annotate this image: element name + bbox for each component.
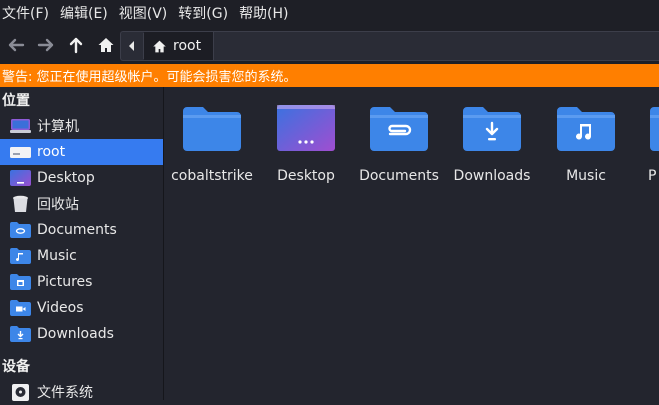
sidebar: 位置 计算机 root Desktop 回收站 Documents Music …	[0, 87, 164, 401]
sidebar-item-label: Documents	[37, 222, 117, 238]
downloads-folder-icon	[463, 107, 521, 151]
arrow-up-icon	[69, 37, 83, 54]
computer-icon	[10, 117, 31, 135]
path-crumb-root[interactable]: root	[144, 32, 215, 60]
file-item-pictures[interactable]: P	[632, 101, 659, 184]
file-label: Documents	[359, 168, 439, 184]
desktop-folder-icon	[277, 105, 335, 151]
trash-icon	[10, 195, 31, 213]
file-label: cobaltstrike	[171, 168, 253, 184]
videos-folder-icon	[10, 299, 31, 317]
documents-folder-icon	[370, 107, 428, 151]
path-crumb-label: root	[173, 38, 202, 54]
sidebar-item-desktop[interactable]: Desktop	[0, 165, 163, 191]
sidebar-item-label: Downloads	[37, 326, 114, 342]
documents-folder-icon	[10, 221, 31, 239]
sidebar-item-downloads[interactable]: Downloads	[0, 321, 163, 347]
file-item-downloads[interactable]: Downloads	[445, 101, 539, 184]
menu-edit[interactable]: 编辑(E)	[58, 3, 117, 23]
sidebar-item-documents[interactable]: Documents	[0, 217, 163, 243]
sidebar-item-computer[interactable]: 计算机	[0, 113, 163, 139]
home-button[interactable]	[92, 31, 120, 59]
desktop-folder-icon	[10, 169, 31, 187]
menu-go[interactable]: 转到(G)	[176, 3, 237, 23]
up-button[interactable]	[62, 31, 90, 59]
sidebar-item-root[interactable]: root	[0, 139, 163, 165]
back-button[interactable]	[2, 31, 30, 59]
sidebar-item-label: Music	[37, 248, 77, 264]
file-label: Downloads	[453, 168, 531, 184]
sidebar-item-label: Desktop	[37, 170, 95, 186]
music-folder-icon	[557, 107, 615, 151]
sidebar-item-filesystem[interactable]: 文件系统	[0, 379, 163, 405]
home-drive-icon	[10, 143, 31, 161]
folder-icon	[183, 107, 241, 151]
downloads-folder-icon	[10, 325, 31, 343]
file-label: P	[648, 168, 657, 184]
file-label: Desktop	[277, 168, 335, 184]
menu-view[interactable]: 视图(V)	[117, 3, 177, 23]
sidebar-item-label: root	[37, 144, 66, 160]
sidebar-item-videos[interactable]: Videos	[0, 295, 163, 321]
sidebar-item-label: Videos	[37, 300, 84, 316]
sidebar-item-trash[interactable]: 回收站	[0, 191, 163, 217]
menu-file[interactable]: 文件(F)	[0, 3, 58, 23]
path-bar: root	[120, 31, 659, 61]
sidebar-item-label: Pictures	[37, 274, 93, 290]
file-item-documents[interactable]: Documents	[352, 101, 446, 184]
menu-help[interactable]: 帮助(H)	[237, 3, 297, 23]
sidebar-item-label: 计算机	[37, 119, 79, 135]
file-item-desktop[interactable]: Desktop	[259, 101, 353, 184]
folder-icon	[650, 107, 659, 151]
forward-button[interactable]	[32, 31, 60, 59]
arrow-right-icon	[37, 38, 54, 52]
file-item-music[interactable]: Music	[539, 101, 633, 184]
file-label: Music	[566, 168, 606, 184]
menu-bar: 文件(F) 编辑(E) 视图(V) 转到(G) 帮助(H)	[0, 0, 659, 26]
path-scroll-left-button[interactable]	[121, 33, 144, 59]
sidebar-item-pictures[interactable]: Pictures	[0, 269, 163, 295]
music-folder-icon	[10, 247, 31, 265]
root-warning-banner: 警告: 您正在使用超级帐户。可能会损害您的系统。	[0, 64, 659, 87]
arrow-left-icon	[8, 38, 25, 52]
home-icon	[153, 40, 166, 52]
file-item-cobaltstrike[interactable]: cobaltstrike	[165, 101, 259, 184]
file-view: cobaltstrike Desktop Documents Downloads…	[164, 87, 659, 400]
sidebar-header-places: 位置	[2, 93, 30, 109]
chevron-left-icon	[129, 41, 134, 51]
sidebar-item-music[interactable]: Music	[0, 243, 163, 269]
sidebar-header-devices: 设备	[2, 359, 30, 375]
filesystem-icon	[10, 383, 31, 401]
home-icon	[98, 38, 114, 52]
sidebar-item-label: 文件系统	[37, 385, 93, 401]
sidebar-item-label: 回收站	[37, 197, 79, 213]
pictures-folder-icon	[10, 273, 31, 291]
